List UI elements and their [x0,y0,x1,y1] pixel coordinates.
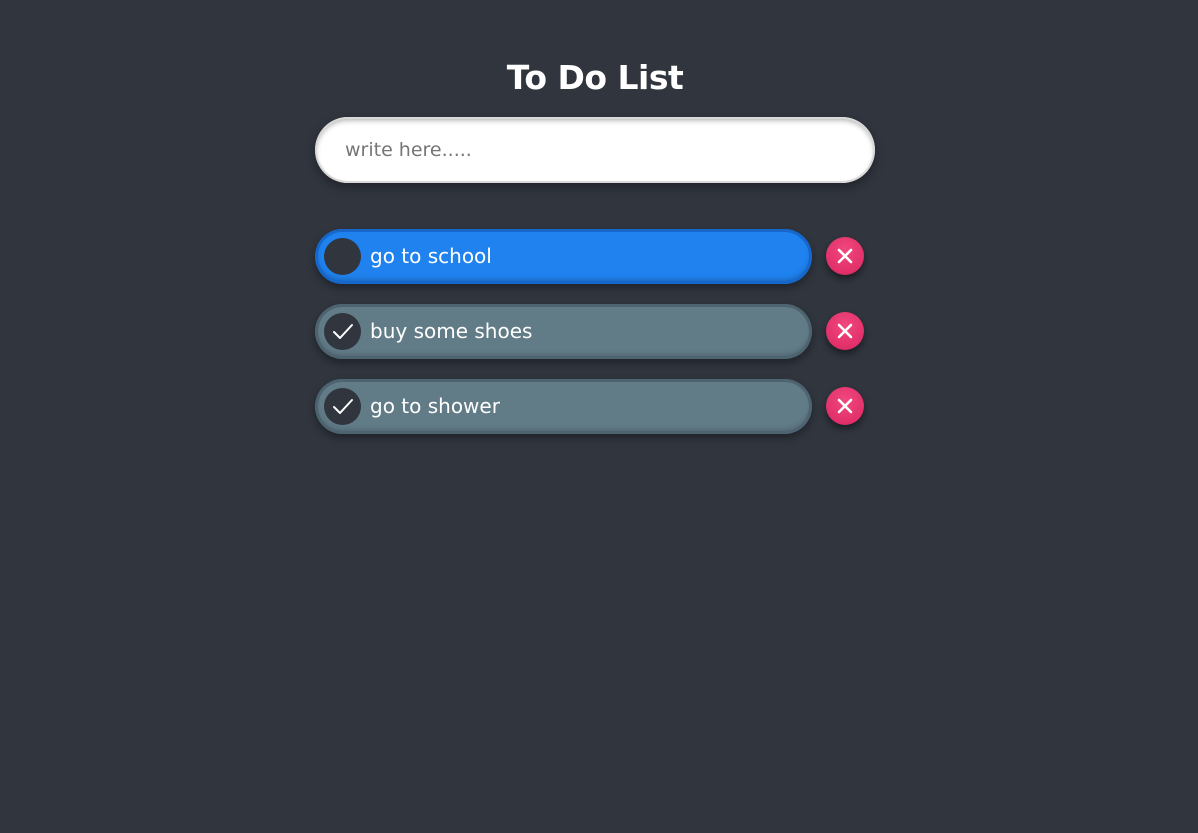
close-icon [837,398,853,414]
todo-item-go-to-shower[interactable]: go to shower [315,379,812,434]
todo-input[interactable] [345,117,845,183]
list-item: buy some shoes [315,304,875,359]
check-icon [333,399,353,414]
todo-item-label: go to shower [370,394,500,418]
list-item: go to shower [315,379,875,434]
todo-list: go to school buy some shoes go to shower [315,229,875,454]
todo-item-go-to-school[interactable]: go to school [315,229,812,284]
todo-item-label: buy some shoes [370,319,533,343]
delete-button[interactable] [826,387,864,425]
list-item: go to school [315,229,875,284]
todo-input-container [315,117,875,183]
toggle-complete-checkbox[interactable] [324,238,361,275]
close-icon [837,248,853,264]
todo-item-buy-some-shoes[interactable]: buy some shoes [315,304,812,359]
todo-item-label: go to school [370,244,492,268]
delete-button[interactable] [826,237,864,275]
toggle-complete-checkbox[interactable] [324,388,361,425]
toggle-complete-checkbox[interactable] [324,313,361,350]
close-icon [837,323,853,339]
page-title: To Do List [506,58,684,97]
delete-button[interactable] [826,312,864,350]
check-icon [333,324,353,339]
